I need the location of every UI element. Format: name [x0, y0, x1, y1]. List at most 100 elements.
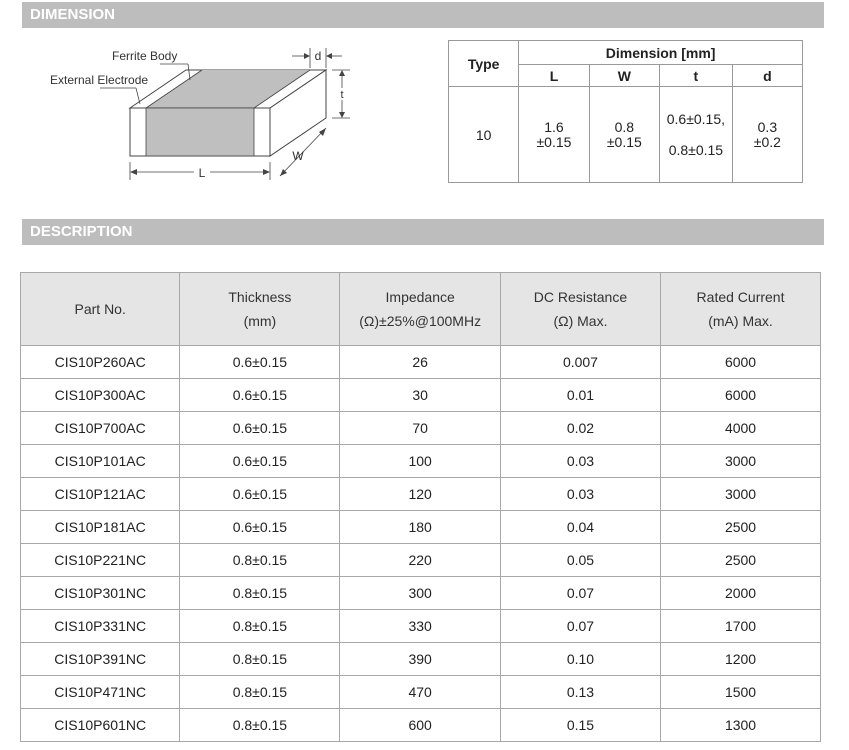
header-thickness: Thickness (mm) — [179, 272, 341, 346]
cell-rated-current: 2000 — [660, 576, 821, 610]
cell-thickness: 0.8±0.15 — [179, 543, 341, 577]
cell-impedance: 30 — [339, 378, 501, 412]
header-rated-current-label: Rated Current — [696, 289, 785, 305]
dimension-table: Type Dimension [mm] L W t d 10 1.6 ±0.15 … — [447, 40, 804, 183]
table-row: CIS10P260AC 0.6±0.15 26 0.007 6000 — [19, 345, 821, 379]
header-dc-resistance: DC Resistance (Ω) Max. — [499, 272, 662, 346]
cell-rated-current: 6000 — [660, 378, 821, 412]
cell-rated-current: 1300 — [660, 708, 821, 742]
table-row: CIS10P331NC 0.8±0.15 330 0.07 1700 — [19, 609, 821, 643]
type-value: 10 — [447, 86, 520, 183]
value-W: 0.8 ±0.15 — [588, 86, 661, 183]
cell-part-no: CIS10P391NC — [19, 642, 181, 676]
header-thickness-label: Thickness — [228, 289, 292, 305]
col-t: t — [659, 64, 733, 87]
table-row: CIS10P471NC 0.8±0.15 470 0.13 1500 — [19, 675, 821, 709]
table-row: CIS10P601NC 0.8±0.15 600 0.15 1300 — [19, 708, 821, 742]
chip-dimension-diagram: d t W L Ferrite Body External Electrode — [50, 48, 350, 180]
cell-thickness: 0.6±0.15 — [179, 444, 341, 478]
cell-impedance: 120 — [339, 477, 501, 511]
col-W: W — [588, 64, 661, 87]
description-section-header: DESCRIPTION — [22, 219, 824, 245]
cell-rated-current: 4000 — [660, 411, 821, 445]
dimension-section-header: DIMENSION — [22, 2, 824, 28]
cell-dc-resistance: 0.05 — [499, 543, 662, 577]
cell-part-no: CIS10P471NC — [19, 675, 181, 709]
cell-impedance: 26 — [339, 345, 501, 379]
col-d: d — [731, 64, 804, 87]
cell-rated-current: 1500 — [660, 675, 821, 709]
cell-impedance: 300 — [339, 576, 501, 610]
header-impedance: Impedance (Ω)±25%@100MHz — [339, 272, 501, 346]
cell-thickness: 0.6±0.15 — [179, 477, 341, 511]
table-row: CIS10P101AC 0.6±0.15 100 0.03 3000 — [19, 444, 821, 478]
type-header: Type — [447, 40, 520, 87]
table-row: CIS10P221NC 0.8±0.15 220 0.05 2500 — [19, 543, 821, 577]
cell-part-no: CIS10P221NC — [19, 543, 181, 577]
header-part-no-label: Part No. — [74, 301, 126, 317]
cell-impedance: 390 — [339, 642, 501, 676]
cell-thickness: 0.8±0.15 — [179, 675, 341, 709]
cell-part-no: CIS10P260AC — [19, 345, 181, 379]
cell-impedance: 600 — [339, 708, 501, 742]
cell-rated-current: 3000 — [660, 444, 821, 478]
cell-thickness: 0.8±0.15 — [179, 609, 341, 643]
header-part-no: Part No. — [19, 272, 181, 346]
cell-thickness: 0.6±0.15 — [179, 411, 341, 445]
value-L-tolerance: ±0.15 — [536, 133, 572, 150]
cell-rated-current: 1200 — [660, 642, 821, 676]
cell-dc-resistance: 0.02 — [499, 411, 662, 445]
value-L: 1.6 ±0.15 — [518, 86, 590, 183]
cell-dc-resistance: 0.01 — [499, 378, 662, 412]
part-rows: CIS10P260AC 0.6±0.15 26 0.007 6000 CIS10P300A… — [19, 345, 821, 742]
cell-impedance: 100 — [339, 444, 501, 478]
cell-thickness: 0.8±0.15 — [179, 576, 341, 610]
cell-part-no: CIS10P300AC — [19, 378, 181, 412]
header-rated-current-unit: (mA) Max. — [708, 313, 773, 329]
label-t: t — [340, 89, 343, 101]
cell-rated-current: 2500 — [660, 543, 821, 577]
cell-part-no: CIS10P101AC — [19, 444, 181, 478]
cell-impedance: 70 — [339, 411, 501, 445]
label-d: d — [315, 49, 322, 63]
ferrite-body-label: Ferrite Body — [112, 49, 177, 63]
table-row: CIS10P700AC 0.6±0.15 70 0.02 4000 — [19, 411, 821, 445]
header-dc-resistance-unit: (Ω) Max. — [553, 313, 608, 329]
col-L: L — [518, 64, 590, 87]
value-d: 0.3 ±0.2 — [731, 86, 804, 183]
value-d-nominal: 0.3 — [757, 118, 778, 135]
cell-impedance: 220 — [339, 543, 501, 577]
cell-dc-resistance: 0.04 — [499, 510, 662, 544]
value-W-tolerance: ±0.15 — [606, 133, 642, 150]
cell-part-no: CIS10P700AC — [19, 411, 181, 445]
cell-rated-current: 1700 — [660, 609, 821, 643]
cell-part-no: CIS10P181AC — [19, 510, 181, 544]
value-t-option-2: 0.8±0.15 — [668, 141, 724, 158]
table-row: CIS10P301NC 0.8±0.15 300 0.07 2000 — [19, 576, 821, 610]
value-t: 0.6±0.15, 0.8±0.15 — [659, 86, 733, 183]
value-L-nominal: 1.6 — [544, 118, 564, 135]
cell-part-no: CIS10P301NC — [19, 576, 181, 610]
external-electrode-label: External Electrode — [50, 73, 148, 87]
cell-thickness: 0.8±0.15 — [179, 708, 341, 742]
cell-rated-current: 2500 — [660, 510, 821, 544]
cell-impedance: 330 — [339, 609, 501, 643]
table-row: CIS10P181AC 0.6±0.15 180 0.04 2500 — [19, 510, 821, 544]
cell-dc-resistance: 0.07 — [499, 609, 662, 643]
part-description-table: Part No. Thickness (mm) Impedance (Ω)±25%@… — [19, 272, 821, 742]
cell-dc-resistance: 0.03 — [499, 444, 662, 478]
cell-thickness: 0.6±0.15 — [179, 345, 341, 379]
header-impedance-unit: (Ω)±25%@100MHz — [359, 313, 482, 329]
dimension-header: Dimension [mm] — [518, 40, 803, 65]
cell-thickness: 0.6±0.15 — [179, 510, 341, 544]
header-rated-current: Rated Current (mA) Max. — [660, 272, 821, 346]
cell-thickness: 0.8±0.15 — [179, 642, 341, 676]
cell-dc-resistance: 0.007 — [499, 345, 662, 379]
cell-impedance: 180 — [339, 510, 501, 544]
cell-rated-current: 6000 — [660, 345, 821, 379]
cell-rated-current: 3000 — [660, 477, 821, 511]
cell-thickness: 0.6±0.15 — [179, 378, 341, 412]
cell-impedance: 470 — [339, 675, 501, 709]
value-t-option-1: 0.6±0.15, — [666, 110, 726, 127]
cell-dc-resistance: 0.10 — [499, 642, 662, 676]
